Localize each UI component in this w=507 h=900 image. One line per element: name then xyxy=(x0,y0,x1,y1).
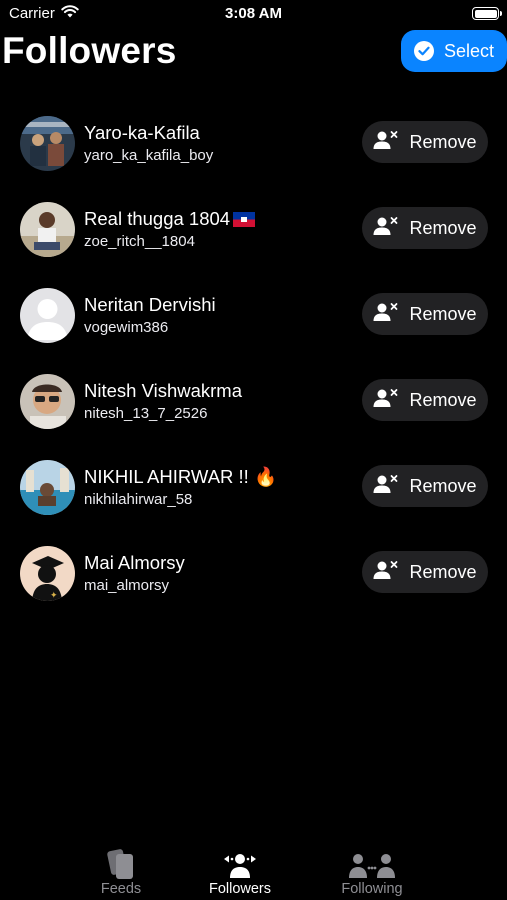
follower-name: Yaro-ka-Kafila xyxy=(84,122,200,143)
follower-name: NIKHIL AHIRWAR !! 🔥 xyxy=(84,466,277,487)
follower-row: Nitesh Vishwakrma nitesh_13_7_2526 Remov… xyxy=(0,370,507,456)
remove-user-icon xyxy=(373,388,399,413)
follower-row: NIKHIL AHIRWAR !! 🔥 nikhilahirwar_58 Rem… xyxy=(0,456,507,542)
follower-row: Real thugga 1804 zoe_ritch__1804 Remove xyxy=(0,198,507,284)
remove-user-icon xyxy=(373,216,399,241)
tab-bar: Feeds Followers Following xyxy=(0,844,507,900)
avatar[interactable]: ✦ xyxy=(20,546,75,601)
remove-label: Remove xyxy=(409,131,477,152)
following-icon xyxy=(348,844,396,880)
follower-username: vogewim386 xyxy=(84,319,169,336)
status-bar: Carrier 3:08 AM xyxy=(0,0,507,28)
remove-label: Remove xyxy=(409,389,477,410)
follower-username: zoe_ritch__1804 xyxy=(84,233,195,250)
avatar[interactable] xyxy=(20,460,75,515)
follower-name: Real thugga 1804 xyxy=(84,208,256,232)
remove-user-icon xyxy=(373,130,399,155)
select-label: Select xyxy=(443,40,495,61)
follower-row: Yaro-ka-Kafila yaro_ka_kafila_boy Remove xyxy=(0,112,507,198)
select-button[interactable]: Select xyxy=(401,30,507,72)
svg-text:✦: ✦ xyxy=(50,590,58,600)
avatar[interactable] xyxy=(20,374,75,429)
follower-name-text: Real thugga 1804 xyxy=(84,208,231,229)
feeds-icon xyxy=(106,844,136,880)
follower-row: Neritan Dervishi vogewim386 Remove xyxy=(0,284,507,370)
remove-button[interactable]: Remove xyxy=(362,207,488,249)
remove-label: Remove xyxy=(409,475,477,496)
remove-button[interactable]: Remove xyxy=(362,551,488,593)
remove-user-icon xyxy=(373,302,399,327)
follower-username: yaro_ka_kafila_boy xyxy=(84,147,214,164)
remove-user-icon xyxy=(373,474,399,499)
tab-followers[interactable]: Followers xyxy=(180,844,300,900)
follower-row: ✦ Mai Almorsy mai_almorsy Remove xyxy=(0,542,507,628)
clock: 3:08 AM xyxy=(225,5,282,22)
tab-label: Feeds xyxy=(100,881,142,897)
avatar[interactable] xyxy=(20,116,75,171)
follower-username: nitesh_13_7_2526 xyxy=(84,405,208,422)
followers-screen: Carrier 3:08 AM Followers Select Yaro-ka… xyxy=(0,0,507,900)
tab-feeds[interactable]: Feeds xyxy=(61,844,181,900)
follower-name: Mai Almorsy xyxy=(84,552,185,573)
haiti-flag-icon xyxy=(233,210,256,232)
page-title: Followers xyxy=(2,30,177,71)
follower-list: Yaro-ka-Kafila yaro_ka_kafila_boy Remove xyxy=(0,112,507,628)
remove-button[interactable]: Remove xyxy=(362,121,488,163)
tab-following[interactable]: Following xyxy=(312,844,432,900)
tab-label: Following xyxy=(341,881,403,897)
remove-user-icon xyxy=(373,560,399,585)
followers-icon xyxy=(222,844,258,880)
avatar[interactable] xyxy=(20,202,75,257)
remove-label: Remove xyxy=(409,561,477,582)
follower-username: mai_almorsy xyxy=(84,577,170,594)
avatar[interactable] xyxy=(20,288,75,343)
remove-button[interactable]: Remove xyxy=(362,465,488,507)
remove-label: Remove xyxy=(409,217,477,238)
remove-button[interactable]: Remove xyxy=(362,379,488,421)
tab-label: Followers xyxy=(208,881,272,897)
follower-name: Neritan Dervishi xyxy=(84,294,216,315)
follower-username: nikhilahirwar_58 xyxy=(84,491,193,508)
follower-name: Nitesh Vishwakrma xyxy=(84,380,242,401)
remove-button[interactable]: Remove xyxy=(362,293,488,335)
remove-label: Remove xyxy=(409,303,477,324)
battery-icon xyxy=(472,7,502,20)
checkmark-circle-icon xyxy=(413,41,434,61)
header: Followers Select xyxy=(0,28,507,84)
